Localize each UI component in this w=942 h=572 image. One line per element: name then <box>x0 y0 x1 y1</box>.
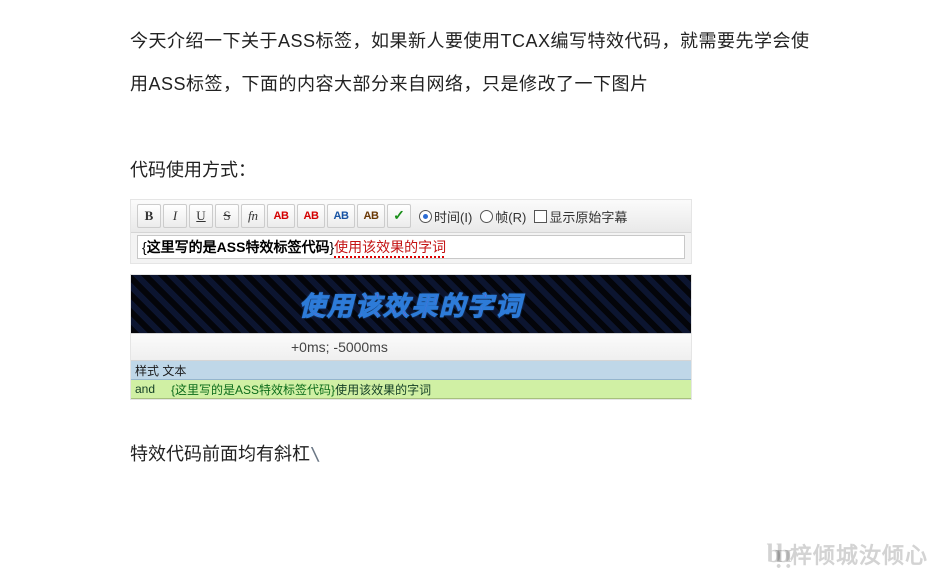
color-outline-button[interactable]: AB <box>327 204 355 228</box>
preview-screenshot: 使用该效果的字词 +0ms; -5000ms 样式 文本 and {这里写的是A… <box>130 274 692 400</box>
radio-icon <box>480 210 493 223</box>
intro-paragraph: 今天介绍一下关于ASS标签，如果新人要使用TCAX编写特效代码，就需要先学会使用… <box>130 20 812 106</box>
grid-row-tag: {这里写的是ASS特效标签代码} <box>171 381 335 398</box>
subtitle-edit-input[interactable]: {这里写的是ASS特效标签代码}使用该效果的字词 <box>137 235 685 259</box>
commit-button[interactable]: ✓ <box>387 204 411 228</box>
backslash-char: \ <box>310 444 321 465</box>
grid-row[interactable]: and {这里写的是ASS特效标签代码}使用该效果的字词 <box>131 380 691 399</box>
edit-applied-text: 使用该效果的字词 <box>334 237 446 257</box>
edit-code: 这里写的是ASS特效标签代码 <box>147 237 330 257</box>
time-offset-bar: +0ms; -5000ms <box>131 334 691 361</box>
grid-row-style: and <box>135 382 155 396</box>
frame-mode-radio[interactable]: 帧(R) <box>480 207 526 226</box>
show-raw-checkbox[interactable]: 显示原始字幕 <box>534 207 627 226</box>
time-mode-radio[interactable]: 时间(I) <box>419 207 472 226</box>
underline-button[interactable]: U <box>189 204 213 228</box>
checkbox-icon <box>534 210 547 223</box>
preview-subtitle-text: 使用该效果的字词 <box>299 286 523 323</box>
strike-button[interactable]: S <box>215 204 239 228</box>
radio-icon <box>419 210 432 223</box>
usage-heading: 代码使用方式： <box>130 156 812 185</box>
radio-time-label: 时间(I) <box>434 207 472 226</box>
color-primary-button[interactable]: AB <box>267 204 295 228</box>
editor-toolbar-screenshot: B I U S fn AB AB AB AB ✓ 时间(I) 帧(R) 显示原始… <box>130 199 692 264</box>
italic-button[interactable]: I <box>163 204 187 228</box>
show-raw-label: 显示原始字幕 <box>549 207 627 226</box>
font-name-button[interactable]: fn <box>241 204 265 228</box>
watermark: bᴉbᴉ 梓倾城汝倾心 <box>767 538 928 570</box>
bold-button[interactable]: B <box>137 204 161 228</box>
grid-row-text: 使用该效果的字词 <box>335 381 431 398</box>
color-secondary-button[interactable]: AB <box>297 204 325 228</box>
radio-frame-label: 帧(R) <box>495 207 526 226</box>
toolbar: B I U S fn AB AB AB AB ✓ 时间(I) 帧(R) 显示原始… <box>131 200 691 233</box>
note-paragraph: 特效代码前面均有斜杠\ <box>130 440 812 470</box>
bilibili-icon: bᴉbᴉ <box>767 539 786 569</box>
grid-header: 样式 文本 <box>131 361 691 380</box>
video-preview: 使用该效果的字词 <box>131 275 691 334</box>
color-shadow-button[interactable]: AB <box>357 204 385 228</box>
